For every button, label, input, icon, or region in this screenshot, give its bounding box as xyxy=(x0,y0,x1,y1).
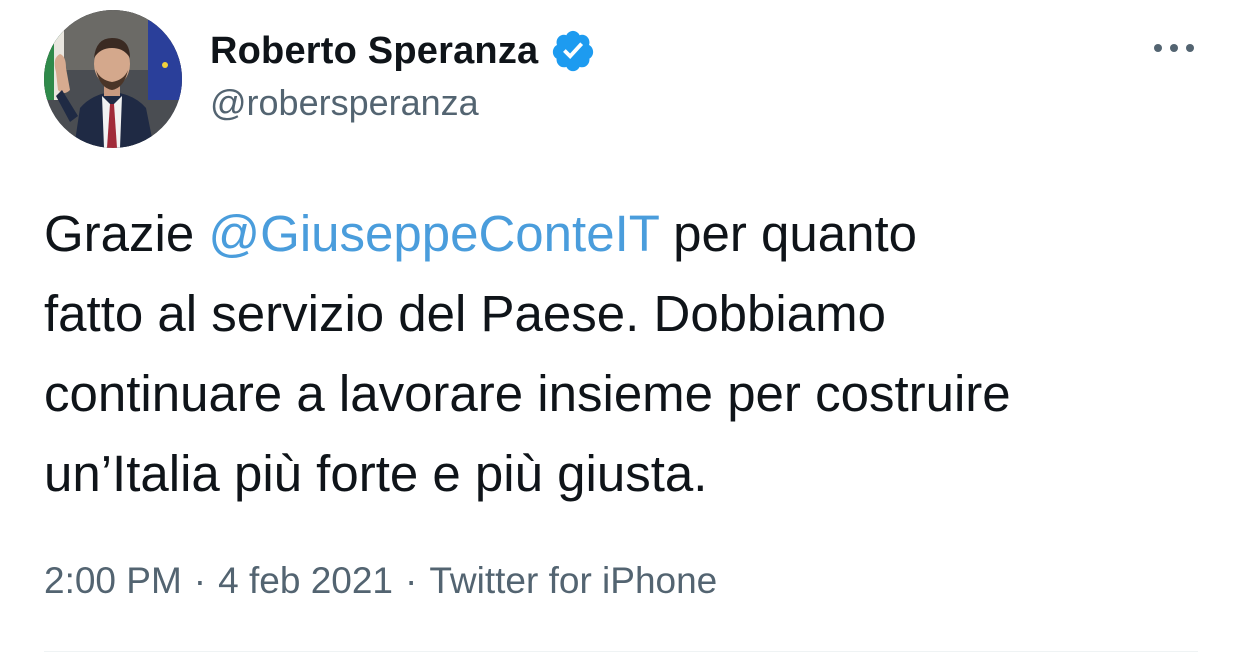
author-display-name[interactable]: Roberto Speranza xyxy=(210,30,538,73)
tweet-text-prefix: Grazie xyxy=(44,205,209,262)
profile-photo-icon xyxy=(44,10,182,148)
tweet-date[interactable]: 4 feb 2021 xyxy=(218,560,393,602)
author-handle[interactable]: @robersperanza xyxy=(210,82,479,124)
more-horizontal-icon xyxy=(1154,44,1194,52)
tweet-card: Roberto Speranza @robersperanza Grazie @… xyxy=(0,0,1242,653)
mention-link[interactable]: @GiuseppeConteIT xyxy=(208,205,659,262)
author-name-row: Roberto Speranza xyxy=(210,26,596,76)
tweet-metadata: 2:00 PM · 4 feb 2021 · Twitter for iPhon… xyxy=(44,560,717,602)
divider xyxy=(44,651,1198,652)
tweet-source[interactable]: Twitter for iPhone xyxy=(429,560,717,602)
verified-badge-icon xyxy=(550,28,596,74)
meta-separator: · xyxy=(405,560,418,601)
more-options-button[interactable] xyxy=(1152,38,1196,58)
meta-separator: · xyxy=(193,560,207,601)
author-avatar[interactable] xyxy=(44,10,182,148)
tweet-text: Grazie @GiuseppeConteIT per quanto fatto… xyxy=(44,194,1204,514)
tweet-time[interactable]: 2:00 PM xyxy=(44,560,182,602)
